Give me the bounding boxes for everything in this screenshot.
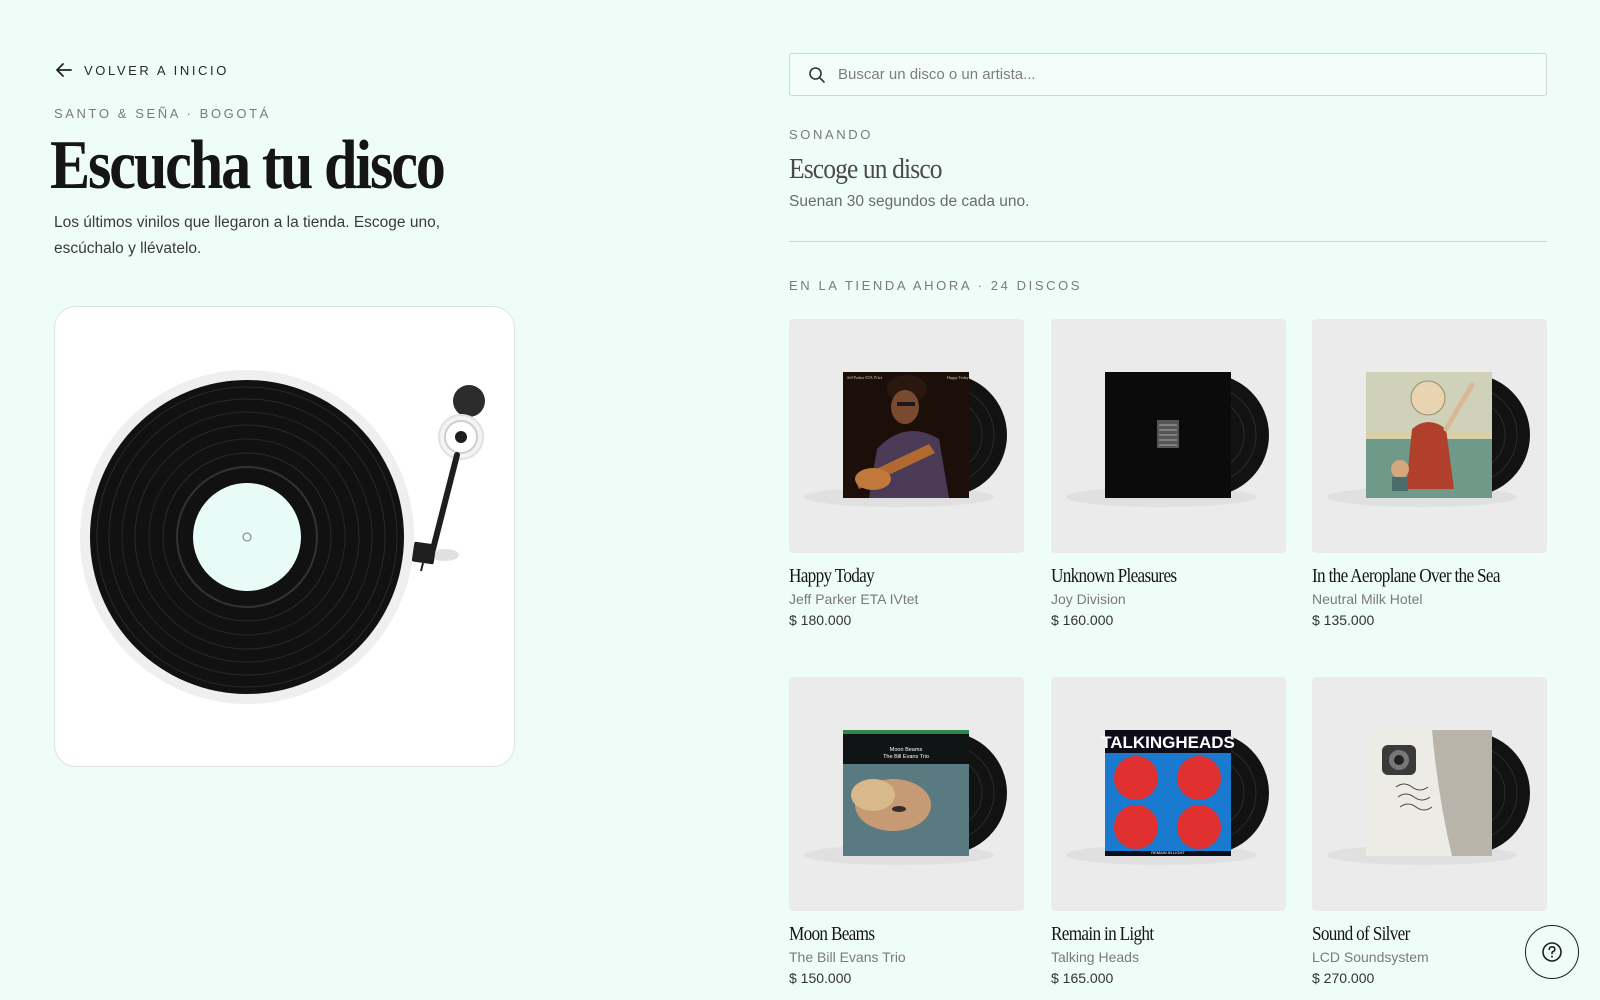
album-art — [1051, 319, 1286, 553]
record-card[interactable]: Unknown Pleasures Joy Division $ 160.000 — [1051, 319, 1286, 628]
record-title: Moon Beams — [789, 923, 875, 945]
record-price: $ 160.000 — [1051, 612, 1114, 628]
search-bar[interactable] — [789, 53, 1547, 96]
record-price: $ 150.000 — [789, 970, 852, 986]
page: VOLVER A INICIO SANTO & SEÑA · BOGOTÁ Es… — [0, 0, 1600, 1000]
divider — [789, 241, 1547, 242]
tonearm-counterweight — [453, 385, 485, 417]
now-playing-title: Escoge un disco — [789, 153, 943, 185]
now-playing-label: SONANDO — [789, 127, 873, 142]
album-art — [1312, 319, 1547, 553]
record-title: Unknown Pleasures — [1051, 565, 1177, 587]
album-art: Moon Beams The Bill Evans Trio — [789, 677, 1024, 911]
search-input[interactable] — [838, 66, 1498, 83]
cover-text: Jeff Parker ETA IVtet — [847, 375, 883, 380]
record-artist: Talking Heads — [1051, 949, 1139, 965]
album-art: Jeff Parker ETA IVtet Happy Today — [789, 319, 1024, 553]
record-price: $ 135.000 — [1312, 612, 1375, 628]
cover-text: The Bill Evans Trio — [883, 754, 929, 760]
tonearm-pivot — [455, 431, 467, 443]
help-button[interactable] — [1525, 925, 1579, 979]
remain-in-light-cover: TALKINGHEADS REMAIN IN LIGHT — [1101, 730, 1235, 856]
store-location-eyebrow: SANTO & SEÑA · BOGOTÁ — [54, 106, 271, 121]
now-playing-subtitle: Suenan 30 segundos de cada uno. — [789, 193, 1030, 210]
record-card[interactable]: Sound of Silver LCD Soundsystem $ 270.00… — [1312, 677, 1547, 986]
record-artist: Joy Division — [1051, 591, 1126, 607]
search-icon — [809, 66, 825, 83]
cover-text: TALKINGHEADS — [1101, 733, 1235, 752]
record-price: $ 165.000 — [1051, 970, 1114, 986]
happy-today-cover: Jeff Parker ETA IVtet Happy Today — [843, 372, 969, 498]
back-to-home-link[interactable]: VOLVER A INICIO — [54, 60, 229, 80]
record-card[interactable]: Moon Beams The Bill Evans Trio Moon Beam… — [789, 677, 1024, 986]
record-card[interactable]: TALKINGHEADS REMAIN IN LIGHT Remain in L… — [1051, 677, 1286, 986]
record-card[interactable]: In the Aeroplane Over the Sea Neutral Mi… — [1312, 319, 1547, 628]
album-art — [1312, 677, 1547, 911]
back-link-label: VOLVER A INICIO — [84, 62, 229, 78]
unknown-pleasures-cover — [1105, 372, 1231, 498]
record-price: $ 180.000 — [789, 612, 852, 628]
record-title: In the Aeroplane Over the Sea — [1312, 565, 1500, 587]
cover-text: Moon Beams — [890, 747, 923, 753]
sound-of-silver-cover — [1366, 730, 1492, 856]
record-label — [193, 483, 301, 591]
record-title: Happy Today — [789, 565, 875, 587]
turntable-illustration — [80, 370, 485, 704]
record-title: Sound of Silver — [1312, 923, 1410, 945]
page-subtitle: Los últimos vinilos que llegaron a la ti… — [54, 214, 441, 257]
record-title: Remain in Light — [1051, 923, 1154, 945]
record-artist: Jeff Parker ETA IVtet — [789, 591, 919, 607]
arrow-left-icon — [56, 63, 72, 77]
turntable-panel — [54, 306, 515, 767]
cover-text: Happy Today — [947, 375, 969, 380]
aeroplane-cover — [1366, 372, 1492, 498]
album-art: TALKINGHEADS REMAIN IN LIGHT — [1051, 677, 1286, 911]
record-artist: LCD Soundsystem — [1312, 949, 1429, 965]
question-circle-icon — [1542, 942, 1562, 962]
store-section-label: EN LA TIENDA AHORA · 24 DISCOS — [789, 278, 1083, 293]
tonearm-headshell — [411, 541, 437, 565]
moon-beams-cover: Moon Beams The Bill Evans Trio — [843, 730, 969, 856]
record-artist: Neutral Milk Hotel — [1312, 591, 1423, 607]
cover-text: REMAIN IN LIGHT — [1151, 850, 1185, 855]
record-price: $ 270.000 — [1312, 970, 1375, 986]
record-card[interactable]: Jeff Parker ETA IVtet Happy Today Happy … — [789, 319, 1024, 628]
record-artist: The Bill Evans Trio — [789, 949, 906, 965]
page-title: Escucha tu disco — [50, 127, 446, 204]
tonearm — [428, 452, 460, 560]
